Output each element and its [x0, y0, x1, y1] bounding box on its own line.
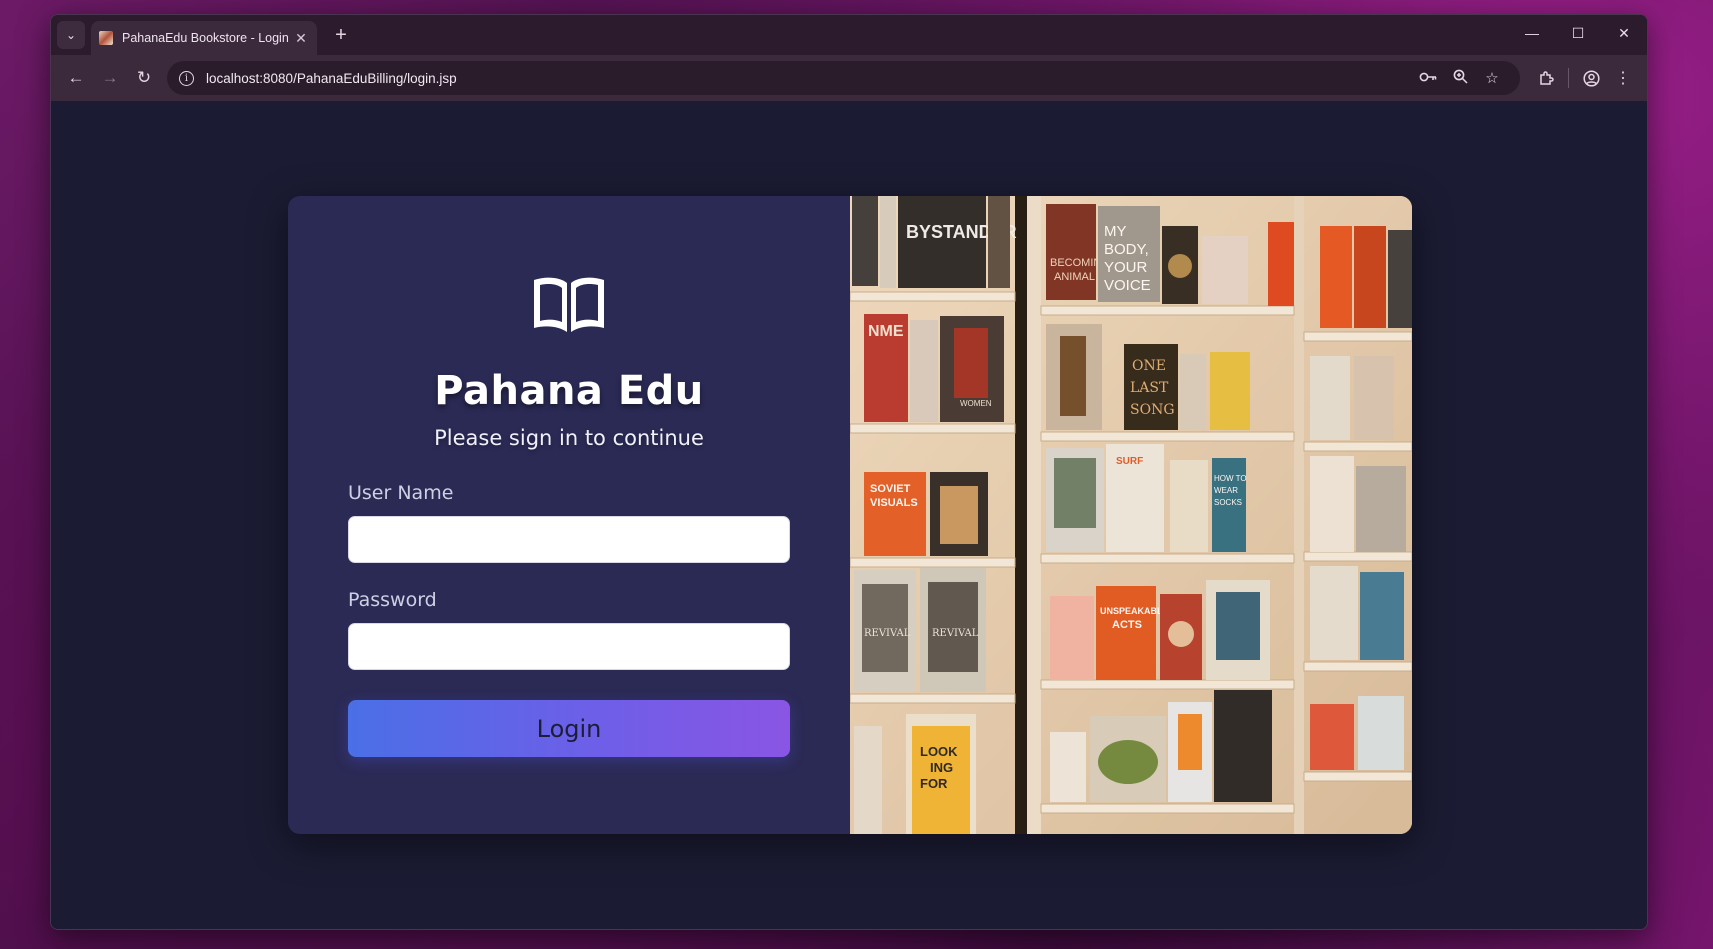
extensions-icon[interactable] — [1530, 62, 1562, 94]
password-label: Password — [348, 589, 437, 611]
password-key-icon[interactable] — [1412, 70, 1444, 87]
maximize-button[interactable]: ☐ — [1555, 15, 1601, 51]
url-text[interactable]: localhost:8080/PahanaEduBilling/login.js… — [206, 71, 1412, 86]
minimize-button[interactable]: — — [1509, 15, 1555, 51]
username-input[interactable] — [348, 516, 790, 563]
login-form: User Name Password Login — [348, 482, 790, 757]
active-tab[interactable]: PahanaEdu Bookstore - Login ✕ — [91, 21, 317, 55]
tab-search-button[interactable]: ⌄ — [57, 21, 85, 49]
password-input[interactable] — [348, 623, 790, 670]
page-viewport: Pahana Edu Please sign in to continue Us… — [51, 101, 1647, 929]
toolbar-divider — [1568, 68, 1569, 88]
site-info-icon[interactable]: i — [179, 70, 194, 86]
tab-title: PahanaEdu Bookstore - Login — [122, 31, 289, 45]
open-book-icon — [534, 277, 604, 332]
profile-icon[interactable] — [1575, 62, 1607, 94]
tab-strip: ⌄ PahanaEdu Bookstore - Login ✕ + — ☐ ✕ — [51, 15, 1647, 55]
login-subtitle: Please sign in to continue — [434, 426, 704, 450]
forward-button[interactable]: → — [93, 61, 127, 95]
brand-title: Pahana Edu — [434, 368, 704, 414]
bookmark-star-icon[interactable]: ☆ — [1476, 69, 1508, 87]
address-bar[interactable]: i localhost:8080/PahanaEduBilling/login.… — [167, 61, 1520, 95]
zoom-icon[interactable] — [1444, 69, 1476, 88]
tab-close-icon[interactable]: ✕ — [293, 30, 309, 47]
login-button[interactable]: Login — [348, 700, 790, 757]
bookstore-shelves-photo: BYSTANDER BECOMING ANIMAL MY BODY, YOUR … — [850, 196, 1412, 834]
browser-window: ⌄ PahanaEdu Bookstore - Login ✕ + — ☐ ✕ … — [50, 14, 1648, 930]
bookshelf-illustration: BYSTANDER BECOMING ANIMAL MY BODY, YOUR … — [850, 196, 1412, 834]
menu-icon[interactable]: ⋮ — [1607, 62, 1639, 94]
login-card: Pahana Edu Please sign in to continue Us… — [288, 196, 1412, 834]
new-tab-button[interactable]: + — [331, 24, 351, 47]
close-window-button[interactable]: ✕ — [1601, 15, 1647, 51]
back-button[interactable]: ← — [59, 61, 93, 95]
browser-toolbar: ← → ↻ i localhost:8080/PahanaEduBilling/… — [51, 55, 1647, 101]
reload-button[interactable]: ↻ — [127, 61, 161, 95]
chevron-down-icon: ⌄ — [65, 28, 77, 42]
favicon-icon — [99, 31, 113, 45]
login-panel: Pahana Edu Please sign in to continue Us… — [288, 196, 850, 834]
username-label: User Name — [348, 482, 454, 504]
window-controls: — ☐ ✕ — [1509, 15, 1647, 51]
